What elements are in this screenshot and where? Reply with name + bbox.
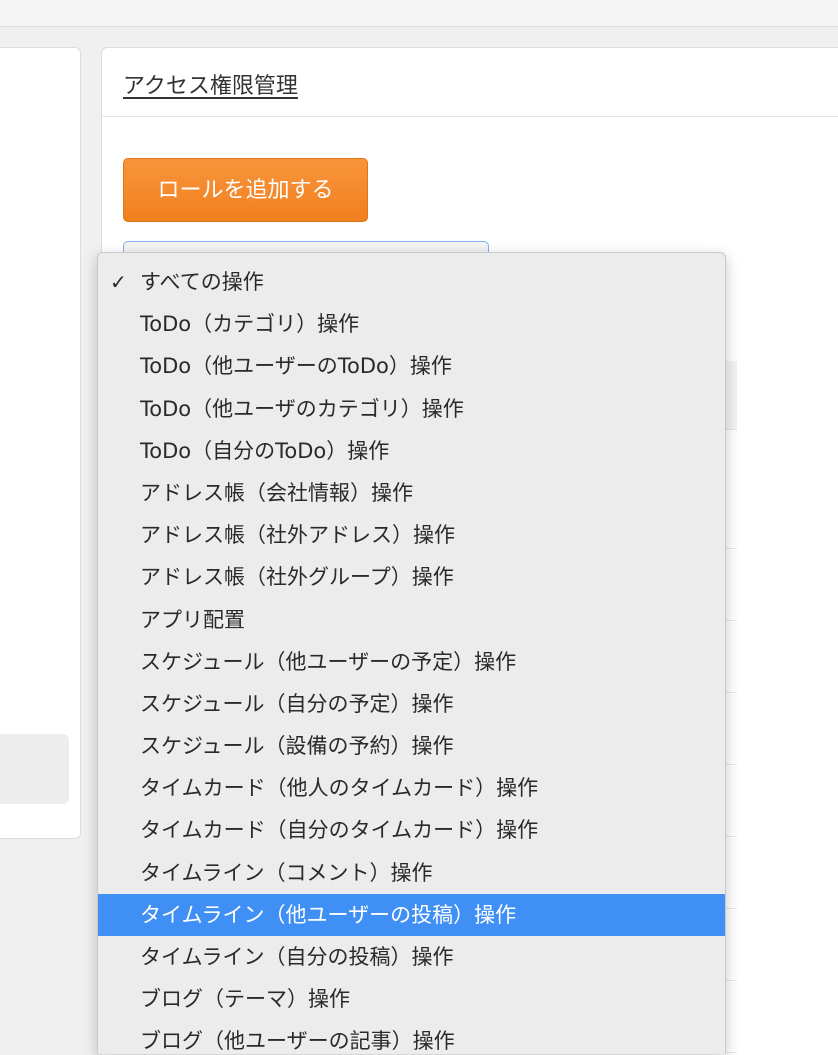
dropdown-option[interactable]: タイムライン（コメント）操作 xyxy=(98,852,725,894)
dropdown-options-list: ✓ すべての操作 ToDo（カテゴリ）操作 ToDo（他ユーザーのToDo）操作 ToD… xyxy=(98,261,725,1054)
dropdown-option[interactable]: アドレス帳（社外グループ）操作 xyxy=(98,556,725,598)
dropdown-option-label: アプリ配置 xyxy=(140,607,245,632)
dropdown-option-label: ToDo（他ユーザーのToDo）操作 xyxy=(140,354,452,379)
left-sidebar-panel xyxy=(0,47,81,839)
dropdown-option[interactable]: ✓ すべての操作 xyxy=(98,261,725,303)
dropdown-option[interactable]: ToDo（他ユーザのカテゴリ）操作 xyxy=(98,388,725,430)
dropdown-option-label: すべての操作 xyxy=(140,270,264,294)
dropdown-option-label: アドレス帳（社外アドレス）操作 xyxy=(140,523,455,548)
operation-dropdown-menu[interactable]: ✓ すべての操作 ToDo（カテゴリ）操作 ToDo（他ユーザーのToDo）操作 ToD… xyxy=(97,252,726,1054)
checkmark-icon: ✓ xyxy=(110,270,127,294)
top-bar xyxy=(0,0,838,27)
add-role-button[interactable]: ロールを追加する xyxy=(123,158,368,222)
dropdown-option-label: タイムカード（他人のタイムカード）操作 xyxy=(140,776,539,801)
dropdown-option-label: スケジュール（自分の予定）操作 xyxy=(140,691,454,716)
dropdown-option-label: アドレス帳（会社情報）操作 xyxy=(140,480,413,505)
dropdown-option-label: ToDo（他ユーザのカテゴリ）操作 xyxy=(140,396,464,421)
dropdown-option-label: ToDo（自分のToDo）操作 xyxy=(140,438,390,463)
dropdown-option[interactable]: ToDo（他ユーザーのToDo）操作 xyxy=(98,345,725,387)
dropdown-option-label: アドレス帳（社外グループ）操作 xyxy=(140,565,454,590)
sidebar-menu-item[interactable] xyxy=(0,734,69,804)
dropdown-option[interactable]: ブログ（テーマ）操作 xyxy=(98,978,725,1020)
dropdown-option-label: スケジュール（設備の予約）操作 xyxy=(140,734,454,759)
dropdown-option[interactable]: アプリ配置 xyxy=(98,599,725,641)
title-divider xyxy=(102,116,838,117)
dropdown-option[interactable]: ToDo（自分のToDo）操作 xyxy=(98,430,725,472)
dropdown-option[interactable]: タイムカード（他人のタイムカード）操作 xyxy=(98,767,725,809)
dropdown-option-label: タイムライン（他ユーザーの投稿）操作 xyxy=(140,902,517,927)
dropdown-option[interactable]: タイムカード（自分のタイムカード）操作 xyxy=(98,809,725,851)
dropdown-option[interactable]: スケジュール（他ユーザーの予定）操作 xyxy=(98,641,725,683)
dropdown-option-label: ブログ（テーマ）操作 xyxy=(140,987,350,1012)
dropdown-option-label: タイムライン（コメント）操作 xyxy=(140,860,433,885)
dropdown-option[interactable]: アドレス帳（社外アドレス）操作 xyxy=(98,514,725,556)
dropdown-option[interactable]: ブログ（他ユーザーの記事）操作 xyxy=(98,1020,725,1054)
dropdown-option-label: タイムライン（自分の投稿）操作 xyxy=(140,945,454,969)
dropdown-option-label: タイムカード（自分のタイムカード）操作 xyxy=(140,818,539,843)
dropdown-option[interactable]: タイムライン（他ユーザーの投稿）操作 xyxy=(98,893,725,936)
page-title-link[interactable]: アクセス権限管理 xyxy=(123,68,298,100)
dropdown-option-label: ToDo（カテゴリ）操作 xyxy=(140,312,360,337)
dropdown-option[interactable]: アドレス帳（会社情報）操作 xyxy=(98,472,725,514)
dropdown-option-label: ブログ（他ユーザーの記事）操作 xyxy=(140,1029,455,1054)
dropdown-option[interactable]: スケジュール（自分の予定）操作 xyxy=(98,683,725,725)
dropdown-option[interactable]: タイムライン（自分の投稿）操作 xyxy=(98,936,725,978)
dropdown-option[interactable]: ToDo（カテゴリ）操作 xyxy=(98,303,725,345)
dropdown-option-label: スケジュール（他ユーザーの予定）操作 xyxy=(140,649,517,674)
dropdown-option[interactable]: スケジュール（設備の予約）操作 xyxy=(98,725,725,767)
